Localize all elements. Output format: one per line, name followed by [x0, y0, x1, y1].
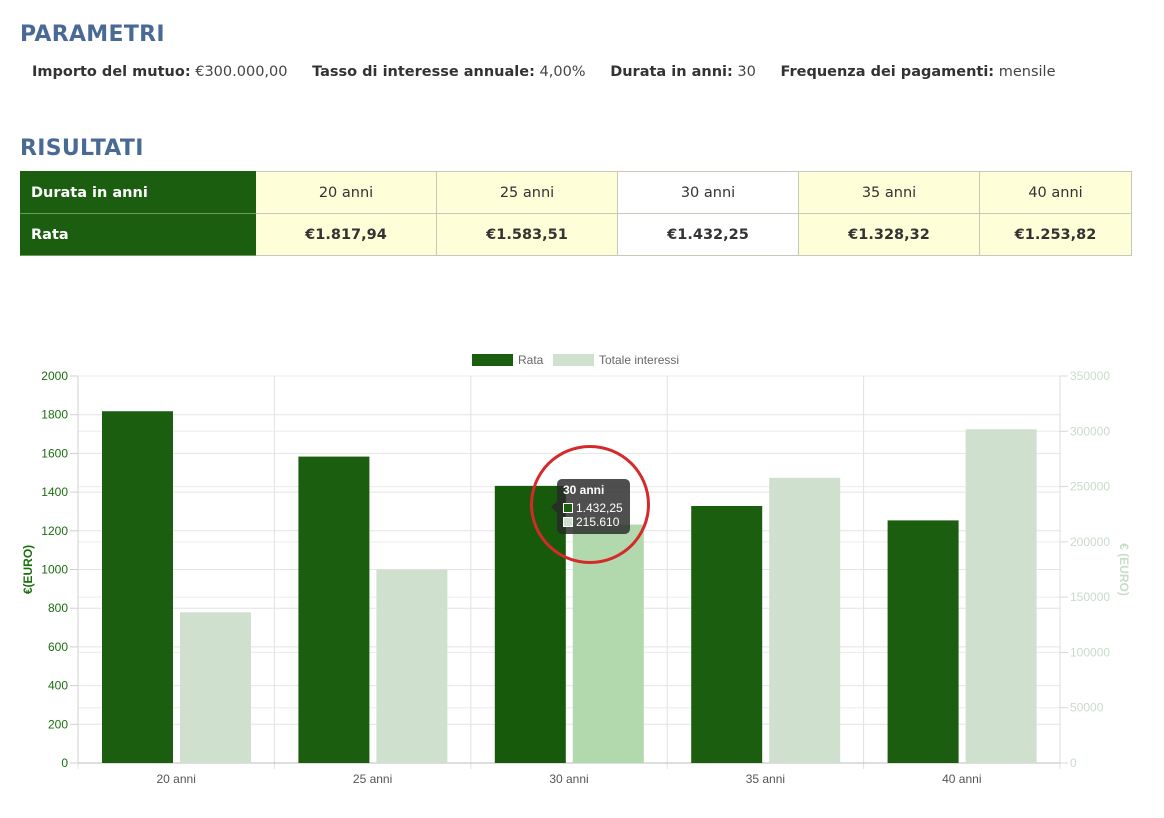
y-tick-right: 300000 — [1070, 424, 1110, 438]
cell-durata-35[interactable]: 35 anni — [798, 171, 980, 214]
y-axis-title-left: €(EURO) — [21, 545, 35, 594]
bar-rata — [298, 456, 370, 763]
parameters-list: Importo del mutuo: €300.000,00 Tasso di … — [32, 64, 1076, 80]
bar-totale-interessi — [376, 569, 448, 763]
bar-chart: 0 200 400 600 800 1000 1200 1400 1600 1800 2000 0 50… — [21, 353, 1131, 786]
cell-durata-40[interactable]: 40 anni — [979, 171, 1132, 214]
x-tick-label: 40 anni — [942, 772, 981, 786]
x-tick-label: 35 anni — [746, 772, 785, 786]
legend-label-interessi: Totale interessi — [599, 353, 679, 367]
param-tasso: Tasso di interesse annuale: 4,00% — [312, 64, 586, 80]
cell-durata-20[interactable]: 20 anni — [255, 171, 437, 214]
y-tick-left: 1000 — [41, 563, 68, 577]
cell-durata-30[interactable]: 30 anni — [617, 171, 799, 214]
y-axis-title-right: € (EURO) — [1117, 543, 1131, 596]
table-row-rata: Rata €1.817,94 €1.583,51 €1.432,25 €1.32… — [20, 213, 1132, 256]
y-tick-left: 600 — [48, 640, 68, 654]
bar-totale-interessi — [965, 429, 1037, 763]
y-tick-left: 200 — [48, 717, 68, 731]
cell-rata-20[interactable]: €1.817,94 — [255, 213, 437, 256]
param-importo: Importo del mutuo: €300.000,00 — [32, 64, 287, 80]
param-frequenza: Frequenza dei pagamenti: mensile — [780, 64, 1055, 80]
row-header-durata: Durata in anni — [20, 171, 256, 214]
y-tick-left: 1200 — [41, 524, 68, 538]
y-tick-left: 1400 — [41, 485, 68, 499]
highlight-circle — [530, 445, 650, 564]
x-tick-label: 30 anni — [549, 772, 588, 786]
param-value: mensile — [998, 64, 1056, 80]
param-label: Durata in anni: — [610, 64, 733, 80]
legend-swatch-interessi — [553, 354, 594, 366]
results-table: Durata in anni 20 anni 25 anni 30 anni 3… — [20, 171, 1132, 256]
y-tick-left: 400 — [48, 679, 68, 693]
bar-rata — [691, 505, 763, 763]
x-tick-label: 25 anni — [353, 772, 392, 786]
y-tick-right: 50000 — [1070, 701, 1104, 715]
bar-totale-interessi — [180, 612, 251, 763]
cell-rata-35[interactable]: €1.328,32 — [798, 213, 980, 256]
param-label: Tasso di interesse annuale: — [312, 64, 535, 80]
y-tick-right: 350000 — [1070, 369, 1110, 383]
row-header-rata: Rata — [20, 213, 256, 256]
y-tick-right: 150000 — [1070, 590, 1110, 604]
legend-swatch-rata — [472, 354, 513, 366]
parametri-title: PARAMETRI — [20, 22, 165, 47]
bar-totale-interessi — [769, 477, 841, 763]
param-label: Importo del mutuo: — [32, 64, 191, 80]
param-value: €300.000,00 — [195, 64, 288, 80]
y-tick-right: 200000 — [1070, 535, 1110, 549]
y-tick-right: 0 — [1070, 756, 1077, 770]
y-tick-left: 2000 — [41, 369, 68, 383]
cell-durata-25[interactable]: 25 anni — [436, 171, 618, 214]
bar-rata — [102, 411, 173, 763]
risultati-title: RISULTATI — [20, 136, 144, 161]
y-tick-left: 800 — [48, 601, 68, 615]
y-tick-left: 1800 — [41, 408, 68, 422]
legend-label-rata: Rata — [518, 353, 544, 367]
y-tick-right: 250000 — [1070, 480, 1110, 494]
table-row-durata: Durata in anni 20 anni 25 anni 30 anni 3… — [20, 171, 1132, 214]
cell-rata-40[interactable]: €1.253,82 — [979, 213, 1132, 256]
cell-rata-25[interactable]: €1.583,51 — [436, 213, 618, 256]
cell-rata-30[interactable]: €1.432,25 — [617, 213, 799, 256]
param-value: 30 — [737, 64, 756, 80]
param-durata: Durata in anni: 30 — [610, 64, 756, 80]
y-tick-left: 0 — [61, 756, 68, 770]
x-tick-label: 20 anni — [157, 772, 196, 786]
y-tick-right: 100000 — [1070, 645, 1110, 659]
bar-rata — [887, 520, 959, 763]
param-value: 4,00% — [539, 64, 586, 80]
y-tick-left: 1600 — [41, 446, 68, 460]
param-label: Frequenza dei pagamenti: — [780, 64, 995, 80]
